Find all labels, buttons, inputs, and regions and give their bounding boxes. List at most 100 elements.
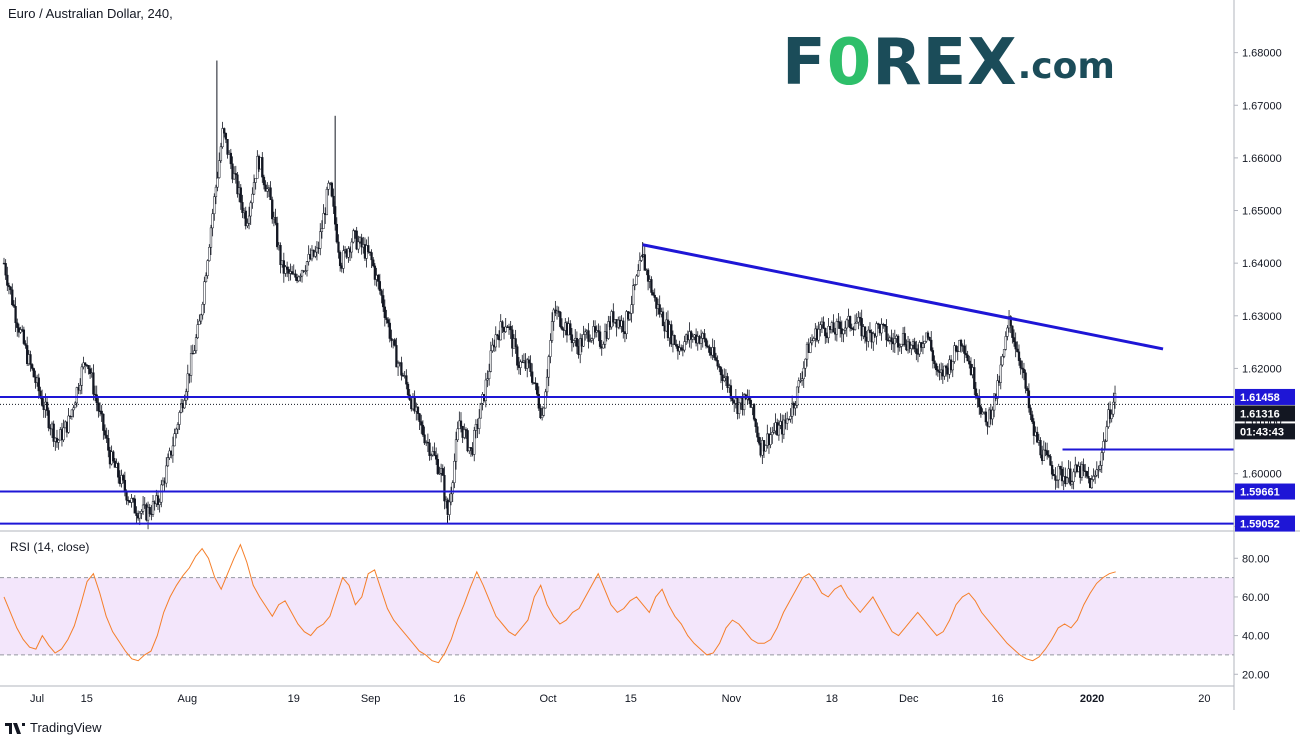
candle-body (661, 311, 665, 327)
candle-body (651, 292, 655, 296)
candle-body (923, 340, 926, 344)
candle-body (294, 273, 297, 278)
candle-body (6, 274, 9, 286)
candle-body (456, 428, 459, 441)
candle-body (549, 340, 552, 357)
candle-body (335, 223, 338, 243)
candle-body (186, 373, 189, 392)
candle-body (1054, 475, 1057, 481)
candle-body (1006, 327, 1009, 337)
candle-body (160, 484, 163, 503)
candle-body (516, 346, 519, 366)
time-tick-label: Aug (178, 693, 198, 705)
rsi-tick-label: 80.00 (1242, 553, 1270, 565)
candle-body (1016, 348, 1019, 353)
candle-body (203, 281, 206, 305)
price-chart[interactable]: 1.590001.600001.610001.620001.630001.640… (0, 0, 1300, 747)
candle-body (138, 512, 141, 519)
candle-body (325, 188, 329, 215)
candle-body (380, 290, 383, 296)
candle-body (509, 326, 512, 331)
candle-body (628, 313, 632, 320)
rsi-title: RSI (14, close) (10, 540, 90, 554)
candle-body (337, 241, 340, 253)
candle-body (80, 366, 83, 386)
candle-body (239, 187, 242, 203)
candle-body (67, 415, 70, 433)
candle-body (252, 182, 256, 195)
candle-body (974, 388, 978, 397)
candle-body (959, 340, 963, 346)
candle-body (1092, 476, 1095, 480)
candle-body (1012, 337, 1016, 343)
candle-body (1022, 368, 1026, 374)
candle-body (173, 433, 176, 447)
candle-body (199, 314, 203, 322)
candle-body (140, 511, 143, 514)
candle-body (771, 432, 774, 436)
time-tick-label: Nov (722, 693, 742, 705)
candle-body (800, 378, 804, 381)
candle-body (135, 512, 138, 516)
candle-body (632, 285, 635, 305)
candle-body (196, 324, 199, 338)
candle-body (910, 344, 913, 349)
candle-body (213, 196, 216, 215)
candle-body (542, 407, 545, 416)
candle-body (11, 289, 14, 305)
price-tick-label: 1.64000 (1242, 258, 1282, 270)
rsi-tick-label: 40.00 (1242, 631, 1270, 643)
candle-body (1050, 465, 1054, 475)
candle-body (487, 371, 491, 379)
candle-body (1011, 325, 1014, 338)
candle-body (926, 332, 930, 338)
candle-body (421, 424, 425, 436)
candle-body (713, 347, 716, 358)
candle-body (928, 337, 931, 341)
candle-body (193, 350, 196, 354)
candle-body (385, 317, 388, 320)
candle-body (802, 367, 805, 380)
candle-body (966, 354, 969, 362)
candle-body (1082, 464, 1085, 472)
candle-body (716, 360, 719, 367)
candle-body (575, 337, 579, 347)
candle-body (194, 337, 198, 352)
candle-body (723, 377, 726, 381)
candle-body (1001, 356, 1004, 366)
candle-body (400, 362, 403, 376)
candle-body (320, 228, 324, 232)
candle-body (1024, 372, 1027, 389)
candle-body (141, 504, 145, 512)
candle-body (305, 261, 309, 271)
candle-body (37, 377, 40, 392)
candle-body (650, 279, 653, 293)
candle-body (218, 160, 221, 178)
tradingview-brand[interactable]: TradingView (4, 720, 102, 735)
candle-body (423, 434, 426, 444)
candle-body (536, 383, 539, 395)
candle-body (382, 295, 385, 308)
time-tick-label: Oct (539, 693, 556, 705)
candle-body (569, 323, 572, 335)
candle-body (367, 245, 370, 253)
candle-body (1105, 426, 1108, 442)
candle-body (915, 348, 918, 354)
candle-body (16, 322, 19, 328)
candle-body (435, 455, 438, 460)
candle-body (269, 187, 272, 201)
candle-body (327, 182, 330, 190)
candle-body (883, 324, 887, 327)
candle-body (673, 335, 676, 345)
candle-body (1049, 456, 1052, 466)
candle-body (285, 266, 289, 270)
candle-body (32, 368, 35, 378)
rsi-tick-label: 20.00 (1242, 669, 1270, 681)
candle-body (449, 493, 453, 503)
candle-body (406, 383, 410, 396)
candle-body (87, 365, 90, 370)
candle-body (598, 331, 602, 347)
candle-body (251, 193, 254, 204)
candle-body (1042, 449, 1045, 461)
candle-body (835, 321, 839, 335)
